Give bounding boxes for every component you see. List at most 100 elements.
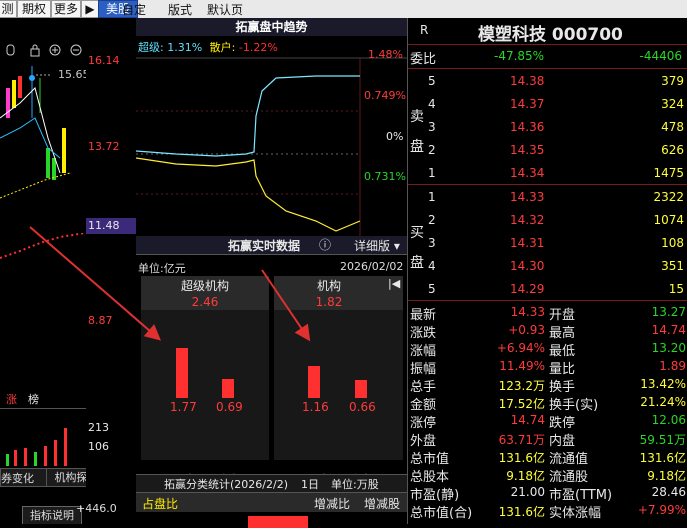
level-volume: 626: [661, 143, 684, 157]
level-volume: 108: [661, 236, 684, 250]
super-dark-value: 0.69: [216, 400, 243, 414]
realtime-header: 拓赢实时数据 ⓘ 详细版 ▾: [136, 236, 407, 254]
menu-default-page[interactable]: 默认页: [207, 1, 243, 18]
buy-level-row[interactable]: 3 14.31 108: [408, 232, 687, 254]
inst-total: 1.82: [315, 295, 343, 309]
tab-next-arrow[interactable]: ▶: [81, 0, 99, 18]
level-volume: 478: [661, 120, 684, 134]
scale-bottom-value: +446.0: [76, 502, 117, 515]
price-scale: 16.14 13.72 11.48 8.87 213 106 +446.0: [76, 18, 137, 524]
scale-value: 16.14: [88, 54, 120, 67]
sell-level-row[interactable]: 2 14.35 626: [408, 139, 687, 161]
kline-toolbar: [4, 42, 84, 58]
stat-label: 总市值(合): [410, 506, 473, 521]
stat-value: 14.33: [510, 305, 545, 319]
stat-value: 13.20: [651, 341, 686, 355]
tab-options[interactable]: 期权: [17, 0, 51, 18]
info-icon[interactable]: ⓘ: [319, 236, 331, 253]
level-price: 14.36: [510, 120, 545, 134]
sell-level-row[interactable]: 5 14.38 379: [408, 70, 687, 92]
col-ratio: 占盘比: [142, 497, 179, 511]
volume-bars: [6, 428, 67, 466]
level-volume: 1074: [653, 213, 684, 227]
level-price: 14.37: [510, 97, 545, 111]
stat-value: 21.24%: [640, 395, 686, 409]
inst-block: 机构 |◀ 1.82 1.16 0.66: [274, 276, 403, 460]
menu-layout[interactable]: 版式: [168, 1, 192, 18]
sell-level-row[interactable]: 1 14.34 1475: [408, 162, 687, 184]
zoom-out-icon: [70, 44, 82, 56]
rank-label-list: 榜: [28, 393, 39, 406]
sell-level-row[interactable]: 4 14.37 324: [408, 93, 687, 115]
collapse-icon[interactable]: |◀: [388, 277, 400, 290]
stat-row: 总市值(合) 131.6亿 实体涨幅 +7.99%: [408, 501, 687, 521]
level-num: 5: [428, 74, 436, 88]
play-icon: ▶: [85, 2, 95, 16]
stat-value: 9.18亿: [647, 469, 686, 483]
stat-value: 63.71万: [498, 433, 545, 447]
mouse-icon: [6, 44, 15, 56]
level-num: 1: [428, 166, 436, 180]
detail-version-dropdown[interactable]: 详细版 ▾: [354, 237, 400, 254]
level-price: 14.35: [510, 143, 545, 157]
level-price: 14.38: [510, 74, 545, 88]
indicator-help-button[interactable]: 指标说明: [22, 506, 82, 524]
classify-period[interactable]: 1日: [301, 476, 319, 492]
super-bright-bar: [176, 348, 188, 398]
stat-value: 14.74: [651, 323, 686, 337]
stat-value: 9.18亿: [506, 469, 545, 483]
buy-level-row[interactable]: 4 14.30 351: [408, 255, 687, 277]
level-volume: 2322: [653, 190, 684, 204]
scale-value: 8.87: [88, 314, 113, 327]
stat-value: 14.74: [510, 413, 545, 427]
quote-panel: R 模塑科技 000700 委比 -47.85% -44406 卖盘 5 14.3…: [407, 18, 687, 524]
scale-value: 213: [88, 421, 109, 434]
stock-name: 模塑科技 000700: [478, 25, 623, 45]
stat-value: +6.94%: [496, 341, 545, 355]
stat-value: 131.6亿: [639, 451, 686, 465]
inst-dark-bar: [355, 380, 367, 398]
stat-label: 实体涨幅: [549, 506, 602, 521]
zoom-in-icon: [49, 44, 61, 56]
stat-value: 17.52亿: [498, 397, 545, 411]
level-price: 14.32: [510, 213, 545, 227]
y-tick: 0.731%: [364, 170, 406, 183]
buy-level-row[interactable]: 5 14.29 15: [408, 278, 687, 300]
intraday-title: 拓赢盘中趋势: [136, 18, 407, 36]
stat-row: 总手 123.2万 换手 13.42%: [408, 375, 687, 395]
realtime-title: 拓赢实时数据: [228, 239, 301, 253]
menu-custom[interactable]: 自定: [122, 1, 146, 18]
super-inst-title: 超级机构: [180, 279, 229, 293]
level-volume: 351: [661, 259, 684, 273]
tab-partial[interactable]: 测: [0, 0, 17, 18]
stat-value: 131.6亿: [498, 451, 545, 465]
kline-panel[interactable]: 15.65 涨 榜 券变化 指标说明: [0, 18, 87, 524]
sell-level-row[interactable]: 3 14.36 478: [408, 116, 687, 138]
level-volume: 1475: [653, 166, 684, 180]
level-price: 14.29: [510, 282, 545, 296]
stat-value: 11.49%: [499, 359, 545, 373]
y-tick: 0%: [386, 130, 404, 143]
level-num: 3: [428, 236, 436, 250]
ma-dotted: [0, 233, 86, 259]
y-tick: 1.48%: [368, 48, 403, 61]
stat-row: 金额 17.52亿 换手(实) 21.24%: [408, 393, 687, 413]
stat-value: 1.89: [659, 359, 686, 373]
tab-more[interactable]: 更多: [51, 0, 81, 18]
stat-value: 123.2万: [498, 379, 545, 393]
stat-value: 12.06: [651, 413, 686, 427]
y-tick: 0.749%: [364, 89, 406, 102]
kline-tool-icons[interactable]: [4, 42, 84, 58]
level-num: 4: [428, 259, 436, 273]
level-volume: 379: [661, 74, 684, 88]
buy-level-row[interactable]: 1 14.33 2322: [408, 186, 687, 208]
r-badge: R: [420, 23, 429, 37]
super-inst-total: 2.46: [191, 295, 219, 309]
stat-value: 13.27: [651, 305, 686, 319]
realtime-unit: 单位:亿元: [138, 262, 186, 275]
realtime-date: 2026/02/02: [340, 260, 404, 273]
col-change-shares: 增减股: [364, 497, 401, 511]
intraday-trend-chart: [136, 57, 407, 236]
level-volume: 324: [661, 97, 684, 111]
buy-level-row[interactable]: 2 14.32 1074: [408, 209, 687, 231]
